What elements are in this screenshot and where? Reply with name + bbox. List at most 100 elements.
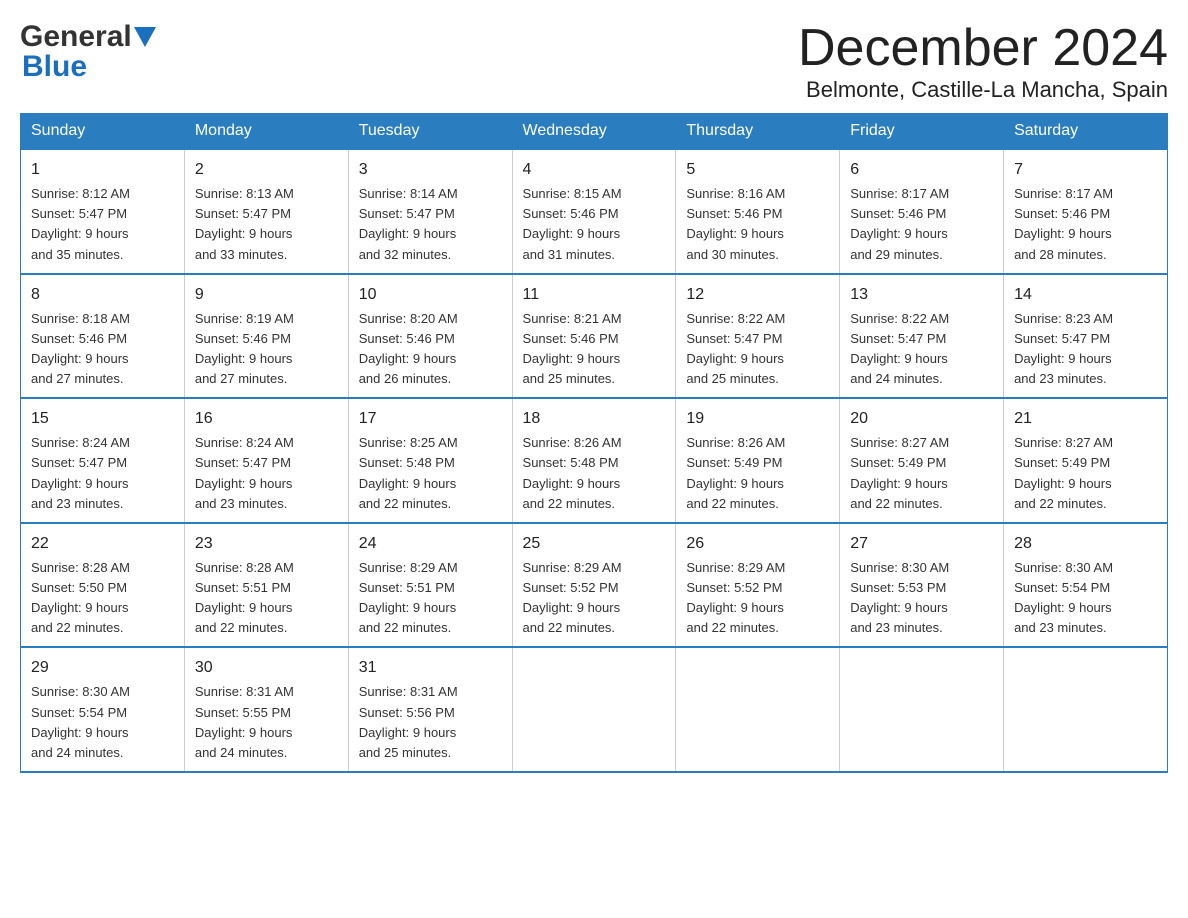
calendar-cell: 11Sunrise: 8:21 AMSunset: 5:46 PMDayligh…	[512, 274, 676, 399]
calendar-cell: 1Sunrise: 8:12 AMSunset: 5:47 PMDaylight…	[21, 149, 185, 274]
day-info: Sunrise: 8:30 AMSunset: 5:54 PMDaylight:…	[1014, 558, 1157, 639]
day-info: Sunrise: 8:25 AMSunset: 5:48 PMDaylight:…	[359, 433, 502, 514]
day-info: Sunrise: 8:30 AMSunset: 5:53 PMDaylight:…	[850, 558, 993, 639]
day-info: Sunrise: 8:24 AMSunset: 5:47 PMDaylight:…	[31, 433, 174, 514]
calendar-cell: 28Sunrise: 8:30 AMSunset: 5:54 PMDayligh…	[1004, 523, 1168, 648]
day-number: 7	[1014, 158, 1157, 182]
day-number: 5	[686, 158, 829, 182]
calendar-cell: 10Sunrise: 8:20 AMSunset: 5:46 PMDayligh…	[348, 274, 512, 399]
calendar-cell: 9Sunrise: 8:19 AMSunset: 5:46 PMDaylight…	[184, 274, 348, 399]
day-number: 31	[359, 656, 502, 680]
col-saturday: Saturday	[1004, 114, 1168, 150]
calendar-cell: 6Sunrise: 8:17 AMSunset: 5:46 PMDaylight…	[840, 149, 1004, 274]
calendar-cell: 31Sunrise: 8:31 AMSunset: 5:56 PMDayligh…	[348, 647, 512, 772]
day-info: Sunrise: 8:27 AMSunset: 5:49 PMDaylight:…	[850, 433, 993, 514]
calendar-cell	[1004, 647, 1168, 772]
day-info: Sunrise: 8:17 AMSunset: 5:46 PMDaylight:…	[850, 184, 993, 265]
calendar-cell: 24Sunrise: 8:29 AMSunset: 5:51 PMDayligh…	[348, 523, 512, 648]
day-info: Sunrise: 8:27 AMSunset: 5:49 PMDaylight:…	[1014, 433, 1157, 514]
calendar-header-row: Sunday Monday Tuesday Wednesday Thursday…	[21, 114, 1168, 150]
day-number: 1	[31, 158, 174, 182]
day-info: Sunrise: 8:28 AMSunset: 5:50 PMDaylight:…	[31, 558, 174, 639]
day-info: Sunrise: 8:17 AMSunset: 5:46 PMDaylight:…	[1014, 184, 1157, 265]
calendar-cell: 25Sunrise: 8:29 AMSunset: 5:52 PMDayligh…	[512, 523, 676, 648]
calendar-cell: 4Sunrise: 8:15 AMSunset: 5:46 PMDaylight…	[512, 149, 676, 274]
day-number: 19	[686, 407, 829, 431]
day-number: 28	[1014, 532, 1157, 556]
day-info: Sunrise: 8:29 AMSunset: 5:51 PMDaylight:…	[359, 558, 502, 639]
logo-general-text: General	[20, 20, 132, 54]
calendar-cell: 21Sunrise: 8:27 AMSunset: 5:49 PMDayligh…	[1004, 398, 1168, 523]
day-info: Sunrise: 8:31 AMSunset: 5:55 PMDaylight:…	[195, 682, 338, 763]
calendar-cell: 2Sunrise: 8:13 AMSunset: 5:47 PMDaylight…	[184, 149, 348, 274]
col-friday: Friday	[840, 114, 1004, 150]
calendar-cell: 26Sunrise: 8:29 AMSunset: 5:52 PMDayligh…	[676, 523, 840, 648]
calendar-cell	[512, 647, 676, 772]
calendar-cell	[840, 647, 1004, 772]
day-number: 9	[195, 283, 338, 307]
col-wednesday: Wednesday	[512, 114, 676, 150]
calendar-week-row: 8Sunrise: 8:18 AMSunset: 5:46 PMDaylight…	[21, 274, 1168, 399]
day-number: 25	[523, 532, 666, 556]
calendar-cell	[676, 647, 840, 772]
day-number: 8	[31, 283, 174, 307]
day-number: 10	[359, 283, 502, 307]
day-number: 14	[1014, 283, 1157, 307]
calendar-cell: 3Sunrise: 8:14 AMSunset: 5:47 PMDaylight…	[348, 149, 512, 274]
day-number: 17	[359, 407, 502, 431]
calendar-week-row: 15Sunrise: 8:24 AMSunset: 5:47 PMDayligh…	[21, 398, 1168, 523]
day-number: 2	[195, 158, 338, 182]
day-info: Sunrise: 8:13 AMSunset: 5:47 PMDaylight:…	[195, 184, 338, 265]
day-info: Sunrise: 8:30 AMSunset: 5:54 PMDaylight:…	[31, 682, 174, 763]
day-info: Sunrise: 8:14 AMSunset: 5:47 PMDaylight:…	[359, 184, 502, 265]
day-number: 22	[31, 532, 174, 556]
day-info: Sunrise: 8:19 AMSunset: 5:46 PMDaylight:…	[195, 309, 338, 390]
day-info: Sunrise: 8:29 AMSunset: 5:52 PMDaylight:…	[523, 558, 666, 639]
calendar-cell: 30Sunrise: 8:31 AMSunset: 5:55 PMDayligh…	[184, 647, 348, 772]
day-number: 12	[686, 283, 829, 307]
page-header: General Blue December 2024 Belmonte, Cas…	[20, 20, 1168, 103]
title-block: December 2024 Belmonte, Castille-La Manc…	[798, 20, 1168, 103]
day-info: Sunrise: 8:21 AMSunset: 5:46 PMDaylight:…	[523, 309, 666, 390]
calendar-cell: 23Sunrise: 8:28 AMSunset: 5:51 PMDayligh…	[184, 523, 348, 648]
day-number: 26	[686, 532, 829, 556]
day-number: 23	[195, 532, 338, 556]
day-info: Sunrise: 8:16 AMSunset: 5:46 PMDaylight:…	[686, 184, 829, 265]
day-number: 27	[850, 532, 993, 556]
day-info: Sunrise: 8:18 AMSunset: 5:46 PMDaylight:…	[31, 309, 174, 390]
day-info: Sunrise: 8:12 AMSunset: 5:47 PMDaylight:…	[31, 184, 174, 265]
calendar-cell: 12Sunrise: 8:22 AMSunset: 5:47 PMDayligh…	[676, 274, 840, 399]
calendar-cell: 20Sunrise: 8:27 AMSunset: 5:49 PMDayligh…	[840, 398, 1004, 523]
calendar-cell: 7Sunrise: 8:17 AMSunset: 5:46 PMDaylight…	[1004, 149, 1168, 274]
day-number: 13	[850, 283, 993, 307]
day-number: 24	[359, 532, 502, 556]
calendar-cell: 13Sunrise: 8:22 AMSunset: 5:47 PMDayligh…	[840, 274, 1004, 399]
calendar-cell: 22Sunrise: 8:28 AMSunset: 5:50 PMDayligh…	[21, 523, 185, 648]
day-info: Sunrise: 8:29 AMSunset: 5:52 PMDaylight:…	[686, 558, 829, 639]
day-info: Sunrise: 8:31 AMSunset: 5:56 PMDaylight:…	[359, 682, 502, 763]
day-number: 21	[1014, 407, 1157, 431]
calendar-cell: 16Sunrise: 8:24 AMSunset: 5:47 PMDayligh…	[184, 398, 348, 523]
day-number: 18	[523, 407, 666, 431]
col-tuesday: Tuesday	[348, 114, 512, 150]
day-number: 29	[31, 656, 174, 680]
calendar-week-row: 22Sunrise: 8:28 AMSunset: 5:50 PMDayligh…	[21, 523, 1168, 648]
logo-arrow-icon	[134, 27, 156, 49]
day-number: 15	[31, 407, 174, 431]
calendar-week-row: 29Sunrise: 8:30 AMSunset: 5:54 PMDayligh…	[21, 647, 1168, 772]
location-subtitle: Belmonte, Castille-La Mancha, Spain	[798, 77, 1168, 103]
day-number: 4	[523, 158, 666, 182]
col-sunday: Sunday	[21, 114, 185, 150]
col-thursday: Thursday	[676, 114, 840, 150]
calendar-cell: 5Sunrise: 8:16 AMSunset: 5:46 PMDaylight…	[676, 149, 840, 274]
day-info: Sunrise: 8:22 AMSunset: 5:47 PMDaylight:…	[686, 309, 829, 390]
day-number: 16	[195, 407, 338, 431]
month-title: December 2024	[798, 20, 1168, 77]
day-number: 3	[359, 158, 502, 182]
day-info: Sunrise: 8:26 AMSunset: 5:49 PMDaylight:…	[686, 433, 829, 514]
day-info: Sunrise: 8:24 AMSunset: 5:47 PMDaylight:…	[195, 433, 338, 514]
calendar-cell: 27Sunrise: 8:30 AMSunset: 5:53 PMDayligh…	[840, 523, 1004, 648]
day-info: Sunrise: 8:28 AMSunset: 5:51 PMDaylight:…	[195, 558, 338, 639]
calendar-week-row: 1Sunrise: 8:12 AMSunset: 5:47 PMDaylight…	[21, 149, 1168, 274]
calendar-cell: 14Sunrise: 8:23 AMSunset: 5:47 PMDayligh…	[1004, 274, 1168, 399]
